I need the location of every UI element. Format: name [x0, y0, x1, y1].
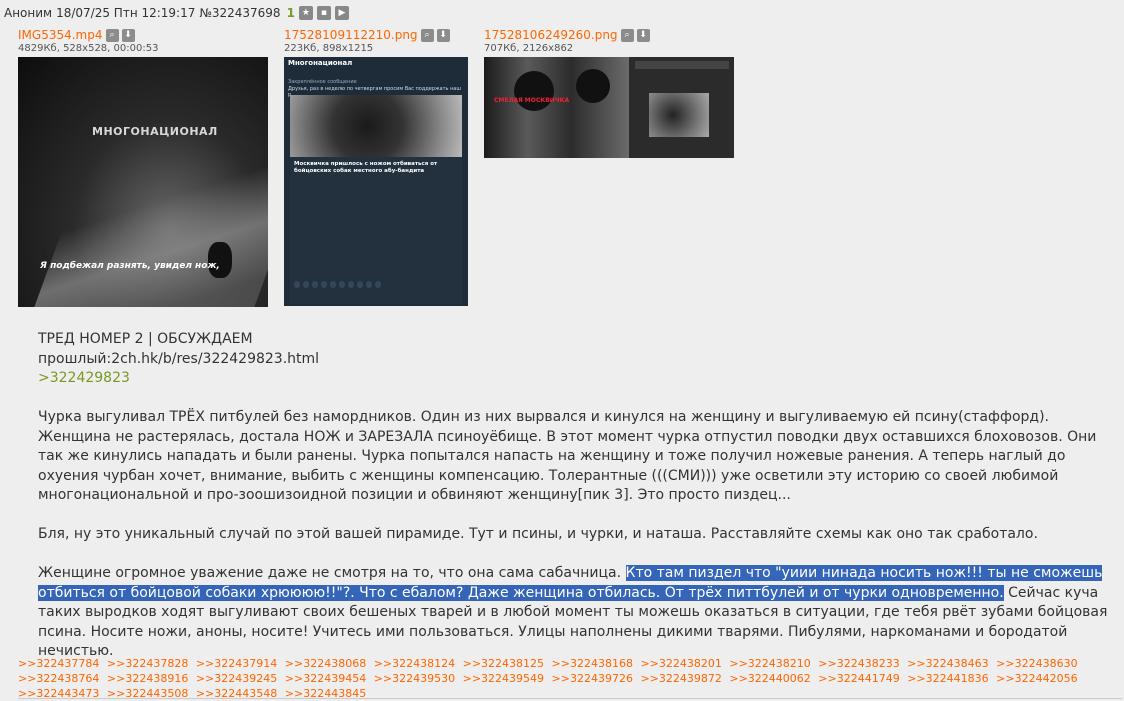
post-number-link[interactable]: №322437698: [199, 6, 280, 20]
reaction: [303, 281, 309, 288]
file-info-1: IMG5354.mp4 ⌕ ⬇ 4829Кб, 528x528, 00:00:5…: [18, 28, 158, 54]
file-meta: 223Кб, 898x1215: [284, 43, 374, 54]
reply-link[interactable]: >>322439549: [463, 672, 544, 685]
report-icon[interactable]: ▪: [316, 6, 331, 20]
reply-count: 1: [286, 6, 295, 20]
reply-link[interactable]: >>322439454: [285, 672, 366, 685]
watermark: МНОГОНАЦИОНАЛ: [92, 125, 218, 138]
reply-link[interactable]: >>322438463: [907, 657, 988, 670]
search-icon[interactable]: ⌕: [620, 28, 634, 42]
reaction: [330, 281, 336, 288]
reaction: [375, 281, 381, 288]
replies-list: >>322437784 >>322437828 >>322437914 >>32…: [18, 656, 1122, 701]
reply-link[interactable]: >>322442056: [996, 672, 1077, 685]
dog-silhouette: [208, 242, 232, 278]
file-name-link[interactable]: IMG5354.mp4: [18, 28, 103, 42]
reply-link[interactable]: >>322438201: [640, 657, 721, 670]
paragraph-1: Чурка выгуливал ТРЁХ питбулей без наморд…: [38, 409, 1097, 503]
poster-name: Аноним: [4, 6, 53, 20]
channel-name: Многонационал: [288, 59, 353, 67]
previous-thread-link: прошлый:2ch.hk/b/res/322429823.html: [38, 350, 320, 367]
paragraph-2: Бля, ну это уникальный случай по этой ва…: [38, 526, 1038, 542]
file-info-2: 17528109112210.png ⌕ ⬇ 223Кб, 898x1215: [284, 28, 450, 54]
post-datetime: 18/07/25 Птн 12:19:17: [56, 6, 196, 20]
reply-link[interactable]: >>322438630: [996, 657, 1077, 670]
message-card: Москвичка пришлось с ножом отбиваться от…: [290, 157, 462, 304]
dog-photo: [290, 95, 462, 157]
download-icon[interactable]: ⬇: [636, 28, 650, 42]
reply-link[interactable]: >>322438124: [374, 657, 455, 670]
image-thumbnail-2[interactable]: Многонационал Закреплённое сообщение Дру…: [284, 57, 468, 306]
reply-link[interactable]: >>322438233: [818, 657, 899, 670]
reply-link[interactable]: >>322439245: [196, 672, 277, 685]
reply-link[interactable]: >>322438125: [463, 657, 544, 670]
reaction: [312, 281, 318, 288]
file-name-link[interactable]: 17528109112210.png: [284, 28, 418, 42]
reply-link[interactable]: >>322438068: [285, 657, 366, 670]
reaction: [366, 281, 372, 288]
post-body: ТРЕД НОМЕР 2 | ОБСУЖДАЕМ прошлый:2ch.hk/…: [38, 330, 1108, 662]
divider: [18, 698, 1122, 699]
search-icon[interactable]: ⌕: [105, 28, 119, 42]
file-name-link[interactable]: 17528106249260.png: [484, 28, 618, 42]
play-icon[interactable]: ▶: [334, 6, 349, 20]
download-icon[interactable]: ⬇: [121, 28, 135, 42]
reply-link[interactable]: >>322438764: [18, 672, 99, 685]
search-icon[interactable]: ⌕: [420, 28, 434, 42]
reply-link[interactable]: >>322439872: [640, 672, 721, 685]
pinned-label: Закреплённое сообщение: [288, 79, 357, 85]
reply-link[interactable]: >>322437784: [18, 657, 99, 670]
video-caption: Я подбежал разнять, увидел нож,: [40, 261, 220, 271]
dog-photo: [576, 69, 610, 103]
reply-link[interactable]: >>322437914: [196, 657, 277, 670]
reply-link[interactable]: >>322441836: [907, 672, 988, 685]
file-info-3: 17528106249260.png ⌕ ⬇ 707Кб, 2126x862: [484, 28, 650, 54]
reaction: [294, 281, 300, 288]
message-title: Москвичка пришлось с ножом отбиваться от…: [294, 161, 438, 174]
file-meta: 4829Кб, 528x528, 00:00:53: [18, 43, 159, 54]
star-icon[interactable]: ★: [298, 6, 313, 20]
reply-link[interactable]: >>322439726: [552, 672, 633, 685]
article-screenshot: [629, 57, 734, 158]
article-header: [635, 61, 729, 69]
reply-link[interactable]: >>322438168: [552, 657, 633, 670]
paragraph-3: Женщине огромное уважение даже не смотря…: [38, 564, 1108, 662]
reply-link[interactable]: >>322441749: [818, 672, 899, 685]
reply-link[interactable]: >>322438916: [107, 672, 188, 685]
quote-link[interactable]: >322429823: [38, 370, 130, 386]
reaction: [339, 281, 345, 288]
news-screenshot: СМЕЛАЯ МОСКВИЧКА: [484, 57, 629, 158]
video-thumbnail[interactable]: МНОГОНАЦИОНАЛ Я подбежал разнять, увидел…: [18, 57, 268, 307]
image-thumbnail-3[interactable]: СМЕЛАЯ МОСКВИЧКА: [484, 57, 734, 158]
thread-title: ТРЕД НОМЕР 2 | ОБСУЖДАЕМ: [38, 331, 253, 347]
dog-photo: [514, 71, 554, 111]
file-meta: 707Кб, 2126x862: [484, 43, 574, 54]
paragraph-3-start: Женщине огромное уважение даже не смотря…: [38, 565, 626, 581]
reply-link[interactable]: >>322438210: [729, 657, 810, 670]
reaction: [357, 281, 363, 288]
reaction: [321, 281, 327, 288]
reply-link[interactable]: >>322440062: [729, 672, 810, 685]
download-icon[interactable]: ⬇: [436, 28, 450, 42]
road-shape: [27, 157, 268, 307]
reactions-row: [294, 281, 460, 288]
reaction: [348, 281, 354, 288]
post-header: Аноним 18/07/25 Птн 12:19:17 №322437698 …: [4, 6, 349, 20]
reply-link[interactable]: >>322439530: [374, 672, 455, 685]
article-photo: [649, 93, 709, 137]
red-headline: СМЕЛАЯ МОСКВИЧКА: [494, 97, 570, 104]
reply-link[interactable]: >>322437828: [107, 657, 188, 670]
